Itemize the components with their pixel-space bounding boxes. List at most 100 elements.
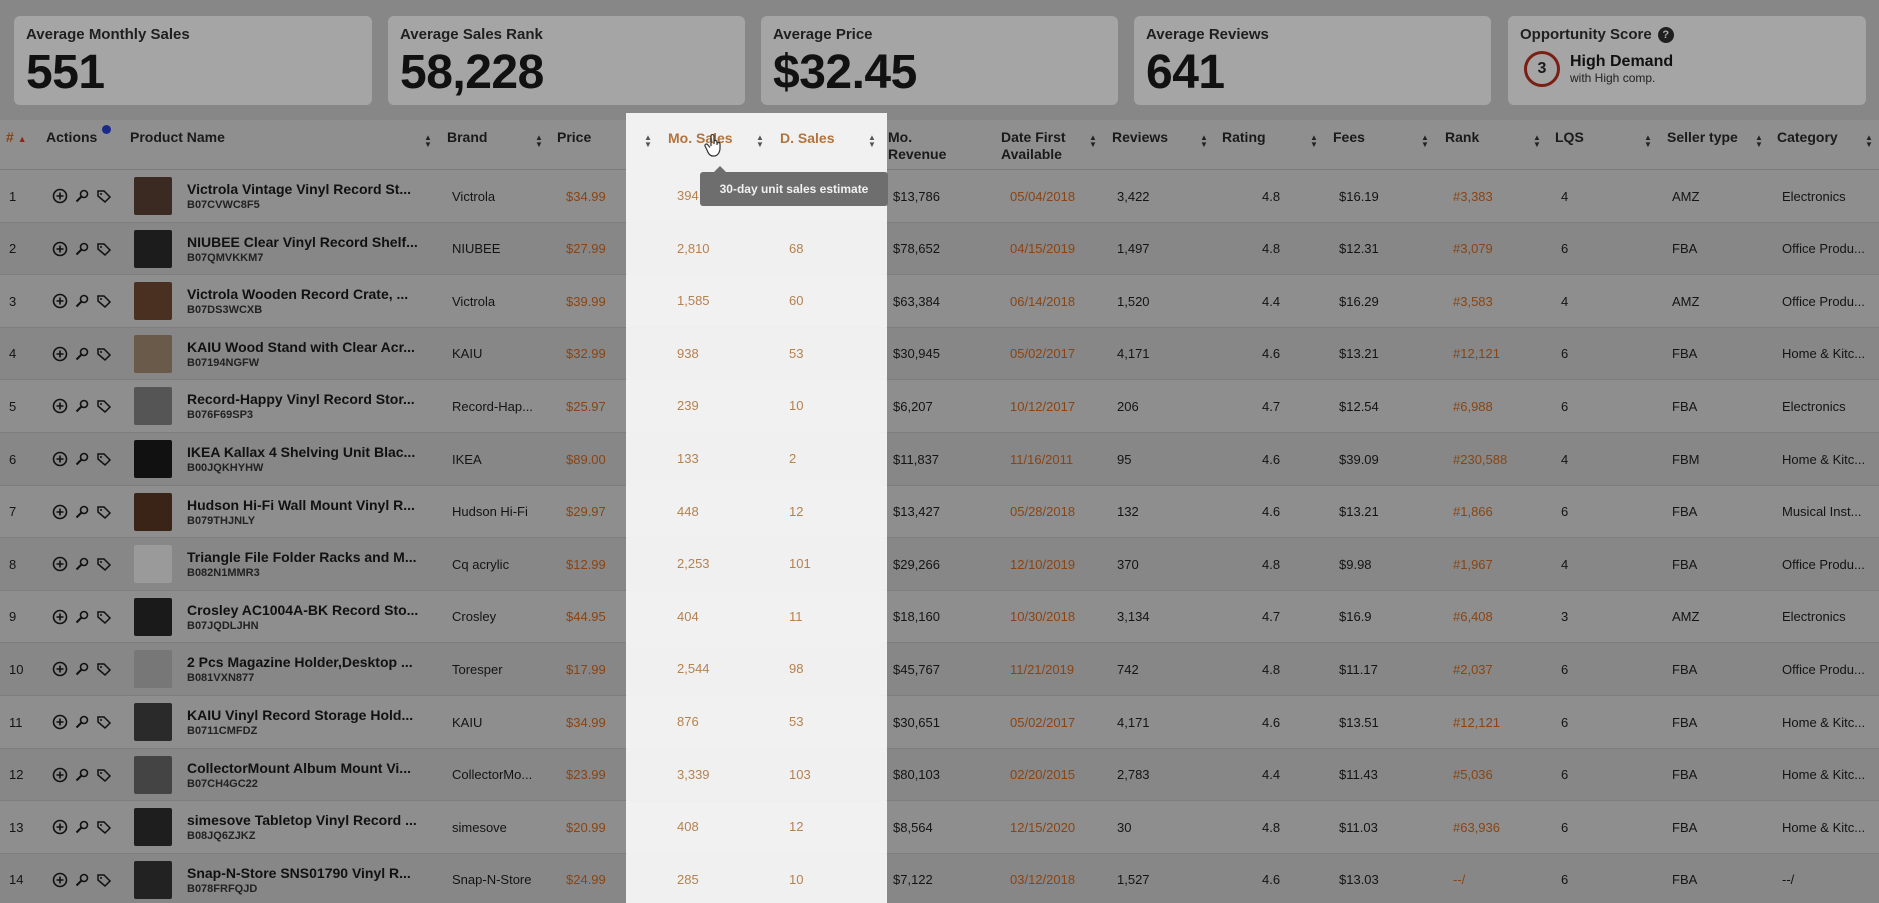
product-cell[interactable]: Victrola Vintage Vinyl Record St... B07C… xyxy=(187,170,437,222)
tag-icon[interactable] xyxy=(96,504,112,520)
tag-icon[interactable] xyxy=(96,767,112,783)
search-magnifier-icon[interactable] xyxy=(74,241,90,257)
product-name[interactable]: Victrola Vintage Vinyl Record St... xyxy=(187,181,411,197)
tag-icon[interactable] xyxy=(96,609,112,625)
rank-cell[interactable]: #63,936 xyxy=(1453,801,1548,853)
product-name[interactable]: simesove Tabletop Vinyl Record ... xyxy=(187,812,417,828)
product-cell[interactable]: Triangle File Folder Racks and M... B082… xyxy=(187,538,437,590)
product-thumbnail[interactable] xyxy=(134,703,172,741)
col-reviews[interactable]: Reviews ▲ ▼ xyxy=(1108,120,1212,170)
table-row[interactable]: 1 Victrola Vintage Vinyl Record St... B0… xyxy=(0,170,1879,223)
add-circle-icon[interactable] xyxy=(52,767,68,783)
table-row[interactable]: 12 CollectorMount Album Mount Vi... B07C… xyxy=(0,748,1879,802)
product-cell[interactable]: Hudson Hi-Fi Wall Mount Vinyl R... B079T… xyxy=(187,486,437,538)
search-magnifier-icon[interactable] xyxy=(74,451,90,467)
search-magnifier-icon[interactable] xyxy=(74,398,90,414)
add-circle-icon[interactable] xyxy=(52,293,68,309)
table-row[interactable]: 2 NIUBEE Clear Vinyl Record Shelf... B07… xyxy=(0,222,1879,276)
search-magnifier-icon[interactable] xyxy=(74,661,90,677)
product-thumbnail[interactable] xyxy=(134,545,172,584)
table-row[interactable]: 6 IKEA Kallax 4 Shelving Unit Blac... B0… xyxy=(0,433,1879,486)
tag-icon[interactable] xyxy=(96,661,112,677)
col-brand[interactable]: Brand ▲ ▼ xyxy=(443,120,547,170)
tag-icon[interactable] xyxy=(96,398,112,414)
col-product-name[interactable]: Product Name ▲ ▼ xyxy=(126,120,436,170)
table-row[interactable]: 9 Crosley AC1004A-BK Record Sto... B07JQ… xyxy=(0,590,1879,644)
search-magnifier-icon[interactable] xyxy=(74,872,90,888)
product-cell[interactable]: Crosley AC1004A-BK Record Sto... B07JQDL… xyxy=(187,591,437,643)
search-magnifier-icon[interactable] xyxy=(74,556,90,572)
product-name[interactable]: CollectorMount Album Mount Vi... xyxy=(187,760,411,776)
col-price[interactable]: Price ▲ ▼ xyxy=(553,120,657,170)
rank-cell[interactable]: #6,988 xyxy=(1453,380,1548,432)
tag-icon[interactable] xyxy=(96,819,112,835)
tag-icon[interactable] xyxy=(96,714,112,730)
product-cell[interactable]: Record-Happy Vinyl Record Stor... B076F6… xyxy=(187,380,437,432)
tag-icon[interactable] xyxy=(96,872,112,888)
col-seller-type[interactable]: Seller type ▲ ▼ xyxy=(1663,120,1767,170)
product-thumbnail[interactable] xyxy=(134,334,172,373)
product-cell[interactable]: KAIU Wood Stand with Clear Acr... B07194… xyxy=(187,328,437,380)
product-name[interactable]: KAIU Vinyl Record Storage Hold... xyxy=(187,707,413,723)
product-thumbnail[interactable] xyxy=(134,282,172,321)
add-circle-icon[interactable] xyxy=(52,609,68,625)
search-magnifier-icon[interactable] xyxy=(74,188,90,204)
col-rank[interactable]: Rank ▲ ▼ xyxy=(1441,120,1545,170)
rank-cell[interactable]: #1,967 xyxy=(1453,538,1548,590)
search-magnifier-icon[interactable] xyxy=(74,293,90,309)
rank-cell[interactable]: #3,383 xyxy=(1453,170,1548,222)
add-circle-icon[interactable] xyxy=(52,346,68,362)
product-cell[interactable]: NIUBEE Clear Vinyl Record Shelf... B07QM… xyxy=(187,223,437,275)
table-row[interactable]: 14 Snap-N-Store SNS01790 Vinyl R... B078… xyxy=(0,853,1879,903)
product-name[interactable]: 2 Pcs Magazine Holder,Desktop ... xyxy=(187,654,413,670)
product-cell[interactable]: Victrola Wooden Record Crate, ... B07DS3… xyxy=(187,275,437,327)
tag-icon[interactable] xyxy=(96,451,112,467)
search-magnifier-icon[interactable] xyxy=(74,609,90,625)
add-circle-icon[interactable] xyxy=(52,714,68,730)
table-row[interactable]: 4 KAIU Wood Stand with Clear Acr... B071… xyxy=(0,327,1879,381)
col-date-first[interactable]: Date First Available ▲ ▼ xyxy=(997,120,1101,170)
search-magnifier-icon[interactable] xyxy=(74,504,90,520)
product-thumbnail[interactable] xyxy=(134,808,172,847)
col-rating[interactable]: Rating ▲ ▼ xyxy=(1218,120,1322,170)
tag-icon[interactable] xyxy=(96,241,112,257)
add-circle-icon[interactable] xyxy=(52,241,68,257)
table-row[interactable]: 5 Record-Happy Vinyl Record Stor... B076… xyxy=(0,380,1879,433)
rank-cell[interactable]: #2,037 xyxy=(1453,643,1548,695)
product-thumbnail[interactable] xyxy=(134,229,172,268)
col-lqs[interactable]: LQS ▲ ▼ xyxy=(1551,120,1656,170)
product-name[interactable]: Triangle File Folder Racks and M... xyxy=(187,549,417,565)
help-icon[interactable]: ? xyxy=(1657,27,1674,44)
product-name[interactable]: KAIU Wood Stand with Clear Acr... xyxy=(187,339,415,355)
table-row[interactable]: 7 Hudson Hi-Fi Wall Mount Vinyl R... B07… xyxy=(0,485,1879,539)
product-cell[interactable]: IKEA Kallax 4 Shelving Unit Blac... B00J… xyxy=(187,433,437,485)
add-circle-icon[interactable] xyxy=(52,819,68,835)
table-row[interactable]: 8 Triangle File Folder Racks and M... B0… xyxy=(0,538,1879,591)
col-category[interactable]: Category ▲ ▼ xyxy=(1773,120,1877,170)
rank-cell[interactable]: #3,079 xyxy=(1453,223,1548,275)
product-name[interactable]: Snap-N-Store SNS01790 Vinyl R... xyxy=(187,865,411,881)
product-thumbnail[interactable] xyxy=(134,860,172,899)
product-thumbnail[interactable] xyxy=(134,650,172,689)
table-row[interactable]: 3 Victrola Wooden Record Crate, ... B07D… xyxy=(0,275,1879,328)
product-cell[interactable]: Snap-N-Store SNS01790 Vinyl R... B078FRF… xyxy=(187,854,437,903)
product-thumbnail[interactable] xyxy=(134,440,172,478)
rank-cell[interactable]: #5,036 xyxy=(1453,749,1548,801)
table-row[interactable]: 13 simesove Tabletop Vinyl Record ... B0… xyxy=(0,801,1879,854)
rank-cell[interactable]: #1,866 xyxy=(1453,486,1548,538)
col-mo-revenue[interactable]: Mo. Revenue xyxy=(884,120,988,170)
product-name[interactable]: Crosley AC1004A-BK Record Sto... xyxy=(187,602,418,618)
product-thumbnail[interactable] xyxy=(134,755,172,794)
rank-cell[interactable]: #12,121 xyxy=(1453,696,1548,748)
tag-icon[interactable] xyxy=(96,556,112,572)
col-index[interactable]: # ▲ xyxy=(2,120,27,170)
tag-icon[interactable] xyxy=(96,346,112,362)
product-thumbnail[interactable] xyxy=(134,492,172,531)
col-fees[interactable]: Fees ▲ ▼ xyxy=(1329,120,1433,170)
product-cell[interactable]: CollectorMount Album Mount Vi... B07CH4G… xyxy=(187,749,437,801)
add-circle-icon[interactable] xyxy=(52,556,68,572)
add-circle-icon[interactable] xyxy=(52,872,68,888)
table-row[interactable]: 11 KAIU Vinyl Record Storage Hold... B07… xyxy=(0,696,1879,749)
search-magnifier-icon[interactable] xyxy=(74,714,90,730)
search-magnifier-icon[interactable] xyxy=(74,819,90,835)
